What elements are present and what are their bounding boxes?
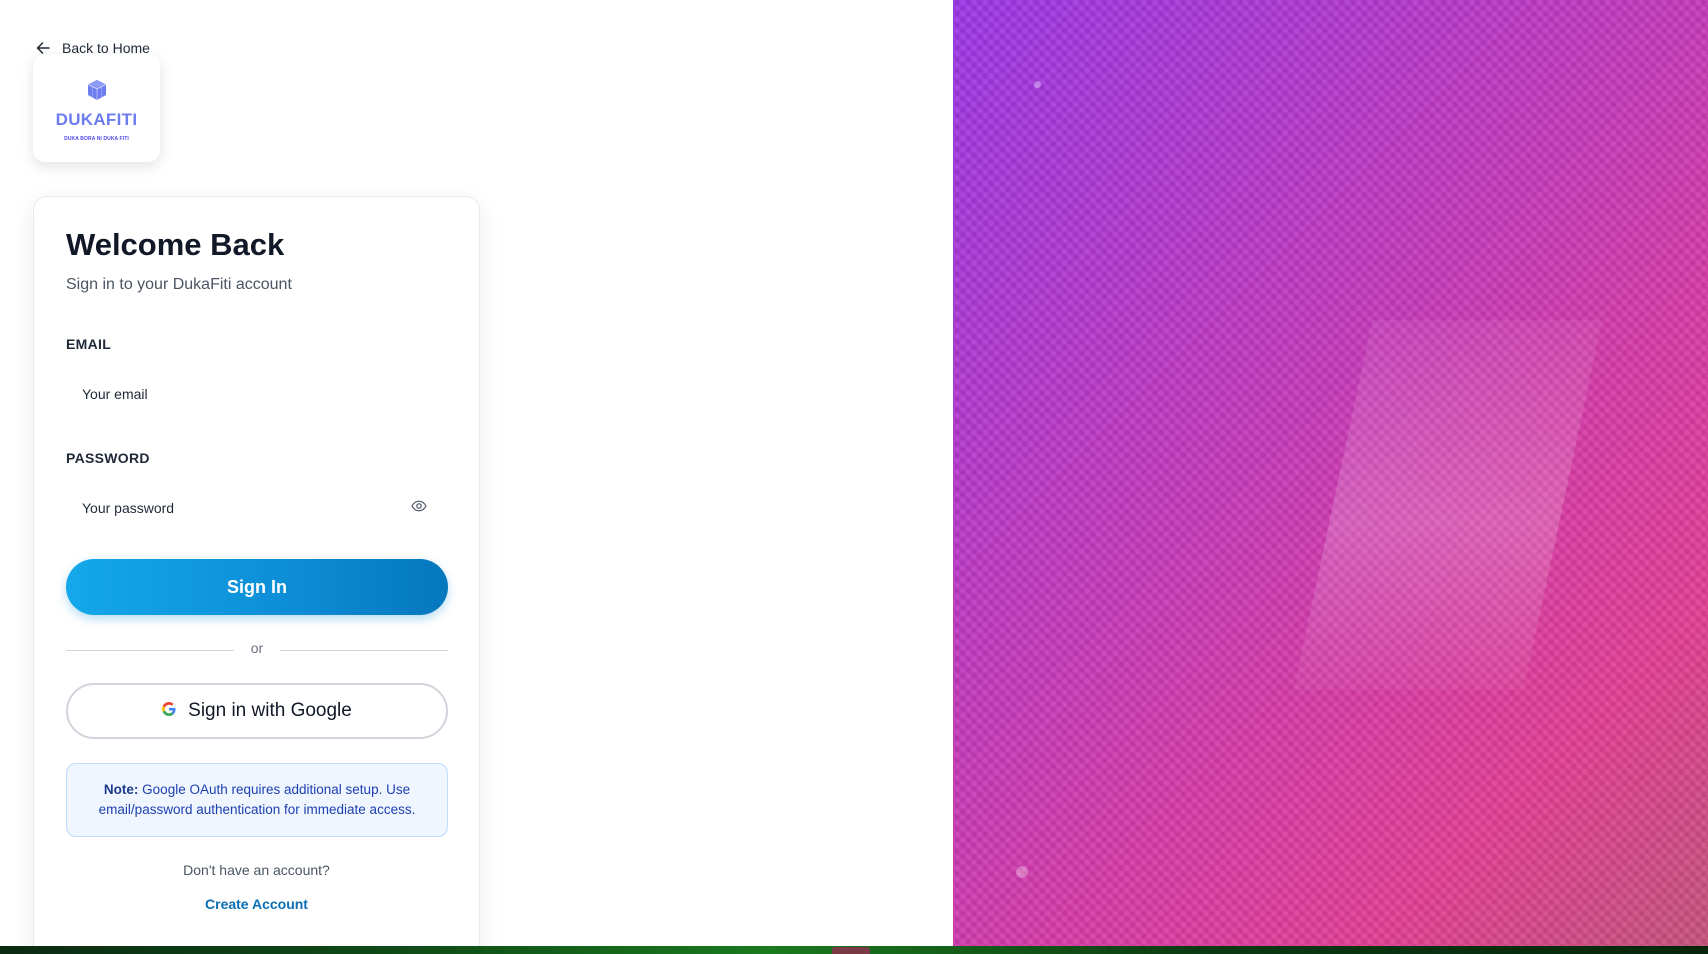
or-divider: or [66,640,448,660]
auth-panel: Back to Home DUKAFITI DUKA BORA NI DUKA … [0,0,953,954]
decorative-dot [1034,81,1041,88]
oauth-note: Note: Google OAuth requires additional s… [66,763,448,837]
diagonal-pattern [953,0,1708,946]
eye-icon[interactable] [411,499,427,517]
google-sign-in-button[interactable]: Sign in with Google [66,683,448,739]
password-label: PASSWORD [66,450,150,466]
brand-logo[interactable]: DUKAFITI DUKA BORA NI DUKA FITI [33,54,160,162]
brand-name: DUKAFITI [55,109,138,129]
page-subtitle: Sign in to your DukaFiti account [66,276,292,293]
arrow-left-icon [36,41,50,55]
login-page: Back to Home DUKAFITI DUKA BORA NI DUKA … [0,0,1708,954]
cube-logo-icon [86,79,108,106]
brand-tagline: DUKA BORA NI DUKA FITI [64,135,129,142]
divider-text: or [250,640,264,656]
note-text: Google OAuth requires additional setup. … [98,782,416,817]
taskbar-item[interactable] [832,947,870,954]
google-icon [162,700,176,722]
login-card: Welcome Back Sign in to your DukaFiti ac… [33,196,480,954]
password-field[interactable] [66,488,448,528]
email-label: EMAIL [66,336,112,352]
page-title: Welcome Back [66,227,285,262]
create-account-link[interactable]: Create Account [34,896,479,912]
email-field[interactable] [66,374,448,414]
google-sign-in-label: Sign in with Google [188,700,352,721]
hero-panel [953,0,1708,946]
sign-in-button[interactable]: Sign In [66,559,448,615]
divider-line [280,650,448,651]
no-account-text: Don't have an account? [183,862,330,878]
decorative-dot [1016,866,1028,878]
taskbar-strip [0,946,1708,954]
note-prefix: Note: [103,782,139,797]
